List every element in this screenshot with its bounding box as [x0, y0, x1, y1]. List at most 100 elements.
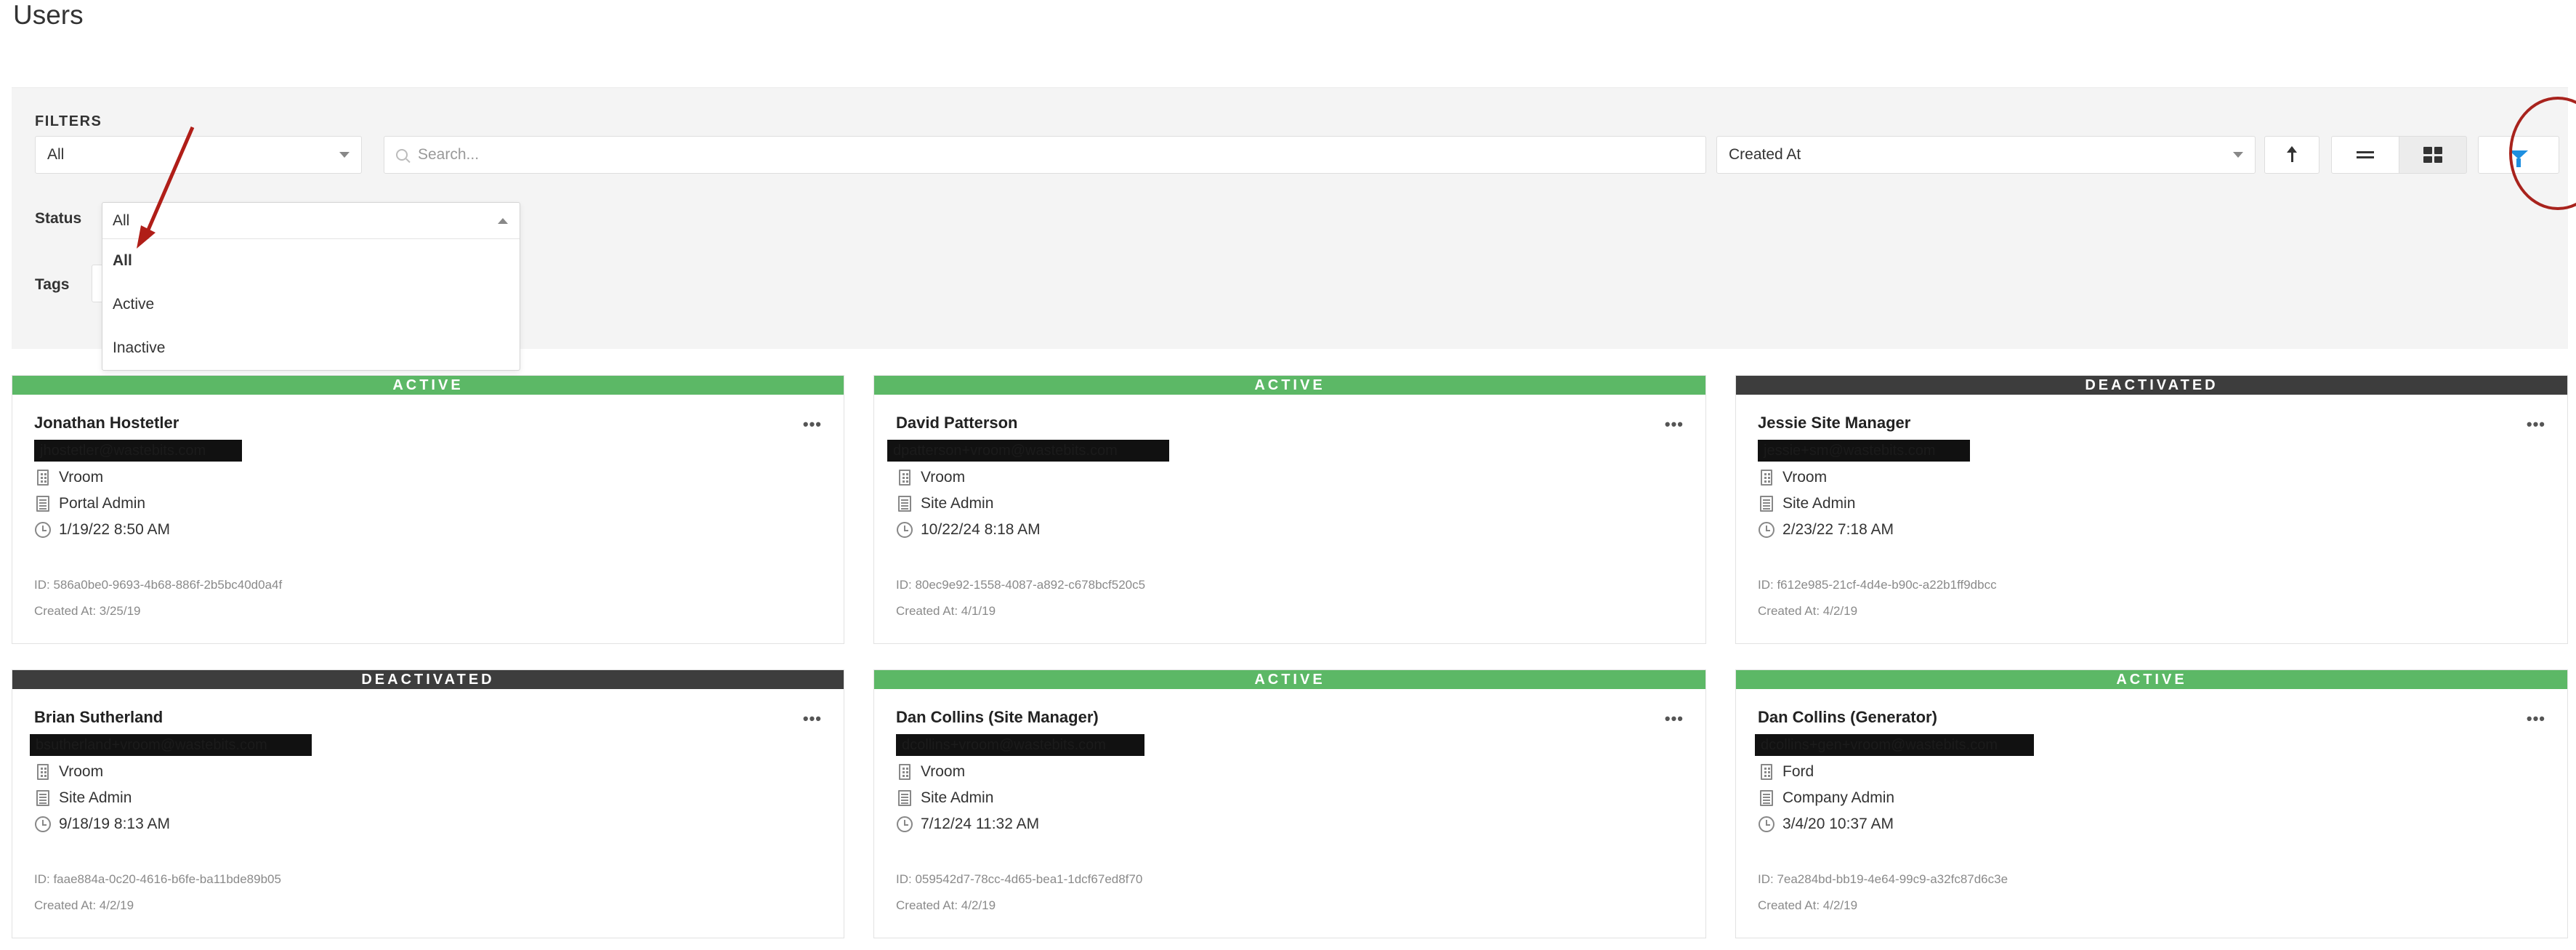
- last-login: 9/18/19 8:13 AM: [59, 816, 170, 832]
- more-options-icon[interactable]: •••: [1665, 415, 1684, 434]
- clock-icon: [34, 521, 52, 539]
- status-banner: ACTIVE: [874, 376, 1705, 395]
- user-card[interactable]: DEACTIVATED Brian Sutherland ••• bsuther…: [12, 669, 844, 938]
- user-role: Company Admin: [1782, 789, 1895, 806]
- user-role: Site Admin: [59, 789, 132, 806]
- user-card[interactable]: DEACTIVATED Jessie Site Manager ••• jess…: [1735, 375, 2568, 644]
- user-email: jhostetler@wastebits.com: [34, 440, 242, 462]
- clock-icon: [34, 816, 52, 833]
- company-row: Vroom: [896, 469, 965, 486]
- status-select-value: All: [113, 212, 130, 229]
- created-at: Created At: 4/2/19: [1758, 604, 1858, 618]
- company-name: Ford: [1782, 763, 1814, 780]
- last-login: 10/22/24 8:18 AM: [921, 521, 1041, 538]
- type-select-value: All: [47, 146, 65, 163]
- last-login: 2/23/22 7:18 AM: [1782, 521, 1894, 538]
- document-icon: [34, 495, 52, 512]
- document-icon: [1758, 495, 1775, 512]
- clock-icon: [896, 816, 913, 833]
- list-view-icon: [2357, 151, 2374, 158]
- building-icon: [34, 469, 52, 486]
- company-name: Vroom: [59, 469, 104, 486]
- role-row: Site Admin: [1758, 495, 1855, 512]
- chevron-down-icon: [339, 152, 350, 158]
- clock-icon: [896, 521, 913, 539]
- status-option-active[interactable]: Active: [102, 283, 520, 326]
- role-row: Site Admin: [896, 495, 993, 512]
- user-email: dcollins+gen+vroom@wastebits.com: [1755, 734, 2034, 756]
- user-id: ID: 80ec9e92-1558-4087-a892-c678bcf520c5: [896, 578, 1146, 592]
- user-role: Site Admin: [1782, 495, 1856, 512]
- company-name: Vroom: [921, 469, 966, 486]
- more-options-icon[interactable]: •••: [2527, 415, 2545, 434]
- document-icon: [896, 789, 913, 807]
- user-card[interactable]: ACTIVE Jonathan Hostetler ••• jhostetler…: [12, 375, 844, 644]
- building-icon: [1758, 763, 1775, 781]
- last-login-row: 3/4/20 10:37 AM: [1758, 816, 1894, 833]
- created-at: Created At: 3/25/19: [34, 604, 141, 618]
- list-view-button[interactable]: [2331, 136, 2399, 174]
- company-name: Vroom: [59, 763, 104, 780]
- user-card[interactable]: ACTIVE David Patterson ••• dpatterson+vr…: [873, 375, 1706, 644]
- sort-select-value: Created At: [1729, 146, 1801, 163]
- last-login-row: 9/18/19 8:13 AM: [34, 816, 170, 833]
- role-row: Site Admin: [896, 789, 993, 807]
- clock-icon: [1758, 816, 1775, 833]
- last-login: 1/19/22 8:50 AM: [59, 521, 170, 538]
- search-icon: [396, 149, 408, 161]
- search-field[interactable]: [418, 146, 1653, 164]
- building-icon: [1758, 469, 1775, 486]
- document-icon: [34, 789, 52, 807]
- annotation-arrow-icon: [137, 126, 195, 249]
- user-card[interactable]: ACTIVE Dan Collins (Generator) ••• dcoll…: [1735, 669, 2568, 938]
- user-name: Brian Sutherland: [34, 708, 163, 726]
- status-option-inactive[interactable]: Inactive: [102, 326, 520, 370]
- last-login-row: 7/12/24 11:32 AM: [896, 816, 1039, 833]
- sort-direction-button[interactable]: [2264, 136, 2319, 174]
- status-banner: ACTIVE: [12, 376, 844, 395]
- search-input[interactable]: [384, 136, 1706, 174]
- company-row: Vroom: [1758, 469, 1827, 486]
- user-name: Dan Collins (Generator): [1758, 708, 1937, 726]
- user-name: Jessie Site Manager: [1758, 414, 1911, 432]
- filters-heading: FILTERS: [35, 113, 102, 129]
- status-label: Status: [35, 210, 82, 227]
- company-row: Vroom: [34, 469, 103, 486]
- user-email: bsutherland+vroom@wastebits.com: [30, 734, 312, 756]
- page-title: Users: [13, 0, 84, 30]
- company-row: Ford: [1758, 763, 1814, 781]
- sort-select[interactable]: Created At: [1716, 136, 2256, 174]
- last-login-row: 1/19/22 8:50 AM: [34, 521, 170, 539]
- user-role: Site Admin: [921, 789, 994, 806]
- last-login: 7/12/24 11:32 AM: [921, 816, 1040, 832]
- user-email: dcollins+vroom@wastebits.com: [896, 734, 1144, 756]
- created-at: Created At: 4/1/19: [896, 604, 996, 618]
- tags-label: Tags: [35, 276, 70, 293]
- more-options-icon[interactable]: •••: [803, 415, 822, 434]
- user-card[interactable]: ACTIVE Dan Collins (Site Manager) ••• dc…: [873, 669, 1706, 938]
- user-name: David Patterson: [896, 414, 1018, 432]
- more-options-icon[interactable]: •••: [1665, 709, 1684, 728]
- created-at: Created At: 4/2/19: [1758, 898, 1858, 912]
- company-row: Vroom: [896, 763, 965, 781]
- created-at: Created At: 4/2/19: [896, 898, 996, 912]
- role-row: Site Admin: [34, 789, 132, 807]
- company-name: Vroom: [1782, 469, 1828, 486]
- last-login-row: 2/23/22 7:18 AM: [1758, 521, 1894, 539]
- grid-view-button[interactable]: [2399, 136, 2467, 174]
- role-row: Portal Admin: [34, 495, 145, 512]
- more-options-icon[interactable]: •••: [2527, 709, 2545, 728]
- status-banner: DEACTIVATED: [1736, 376, 2567, 395]
- building-icon: [896, 469, 913, 486]
- grid-view-icon: [2423, 147, 2442, 163]
- more-options-icon[interactable]: •••: [803, 709, 822, 728]
- building-icon: [34, 763, 52, 781]
- user-id: ID: 7ea284bd-bb19-4e64-99c9-a32fc87d6c3e: [1758, 872, 2008, 886]
- status-banner: ACTIVE: [874, 670, 1705, 689]
- user-email: dpatterson+vroom@wastebits.com: [887, 440, 1169, 462]
- company-name: Vroom: [921, 763, 966, 780]
- building-icon: [896, 763, 913, 781]
- user-id: ID: 586a0be0-9693-4b68-886f-2b5bc40d0a4f: [34, 578, 283, 592]
- user-name: Jonathan Hostetler: [34, 414, 179, 432]
- role-row: Company Admin: [1758, 789, 1894, 807]
